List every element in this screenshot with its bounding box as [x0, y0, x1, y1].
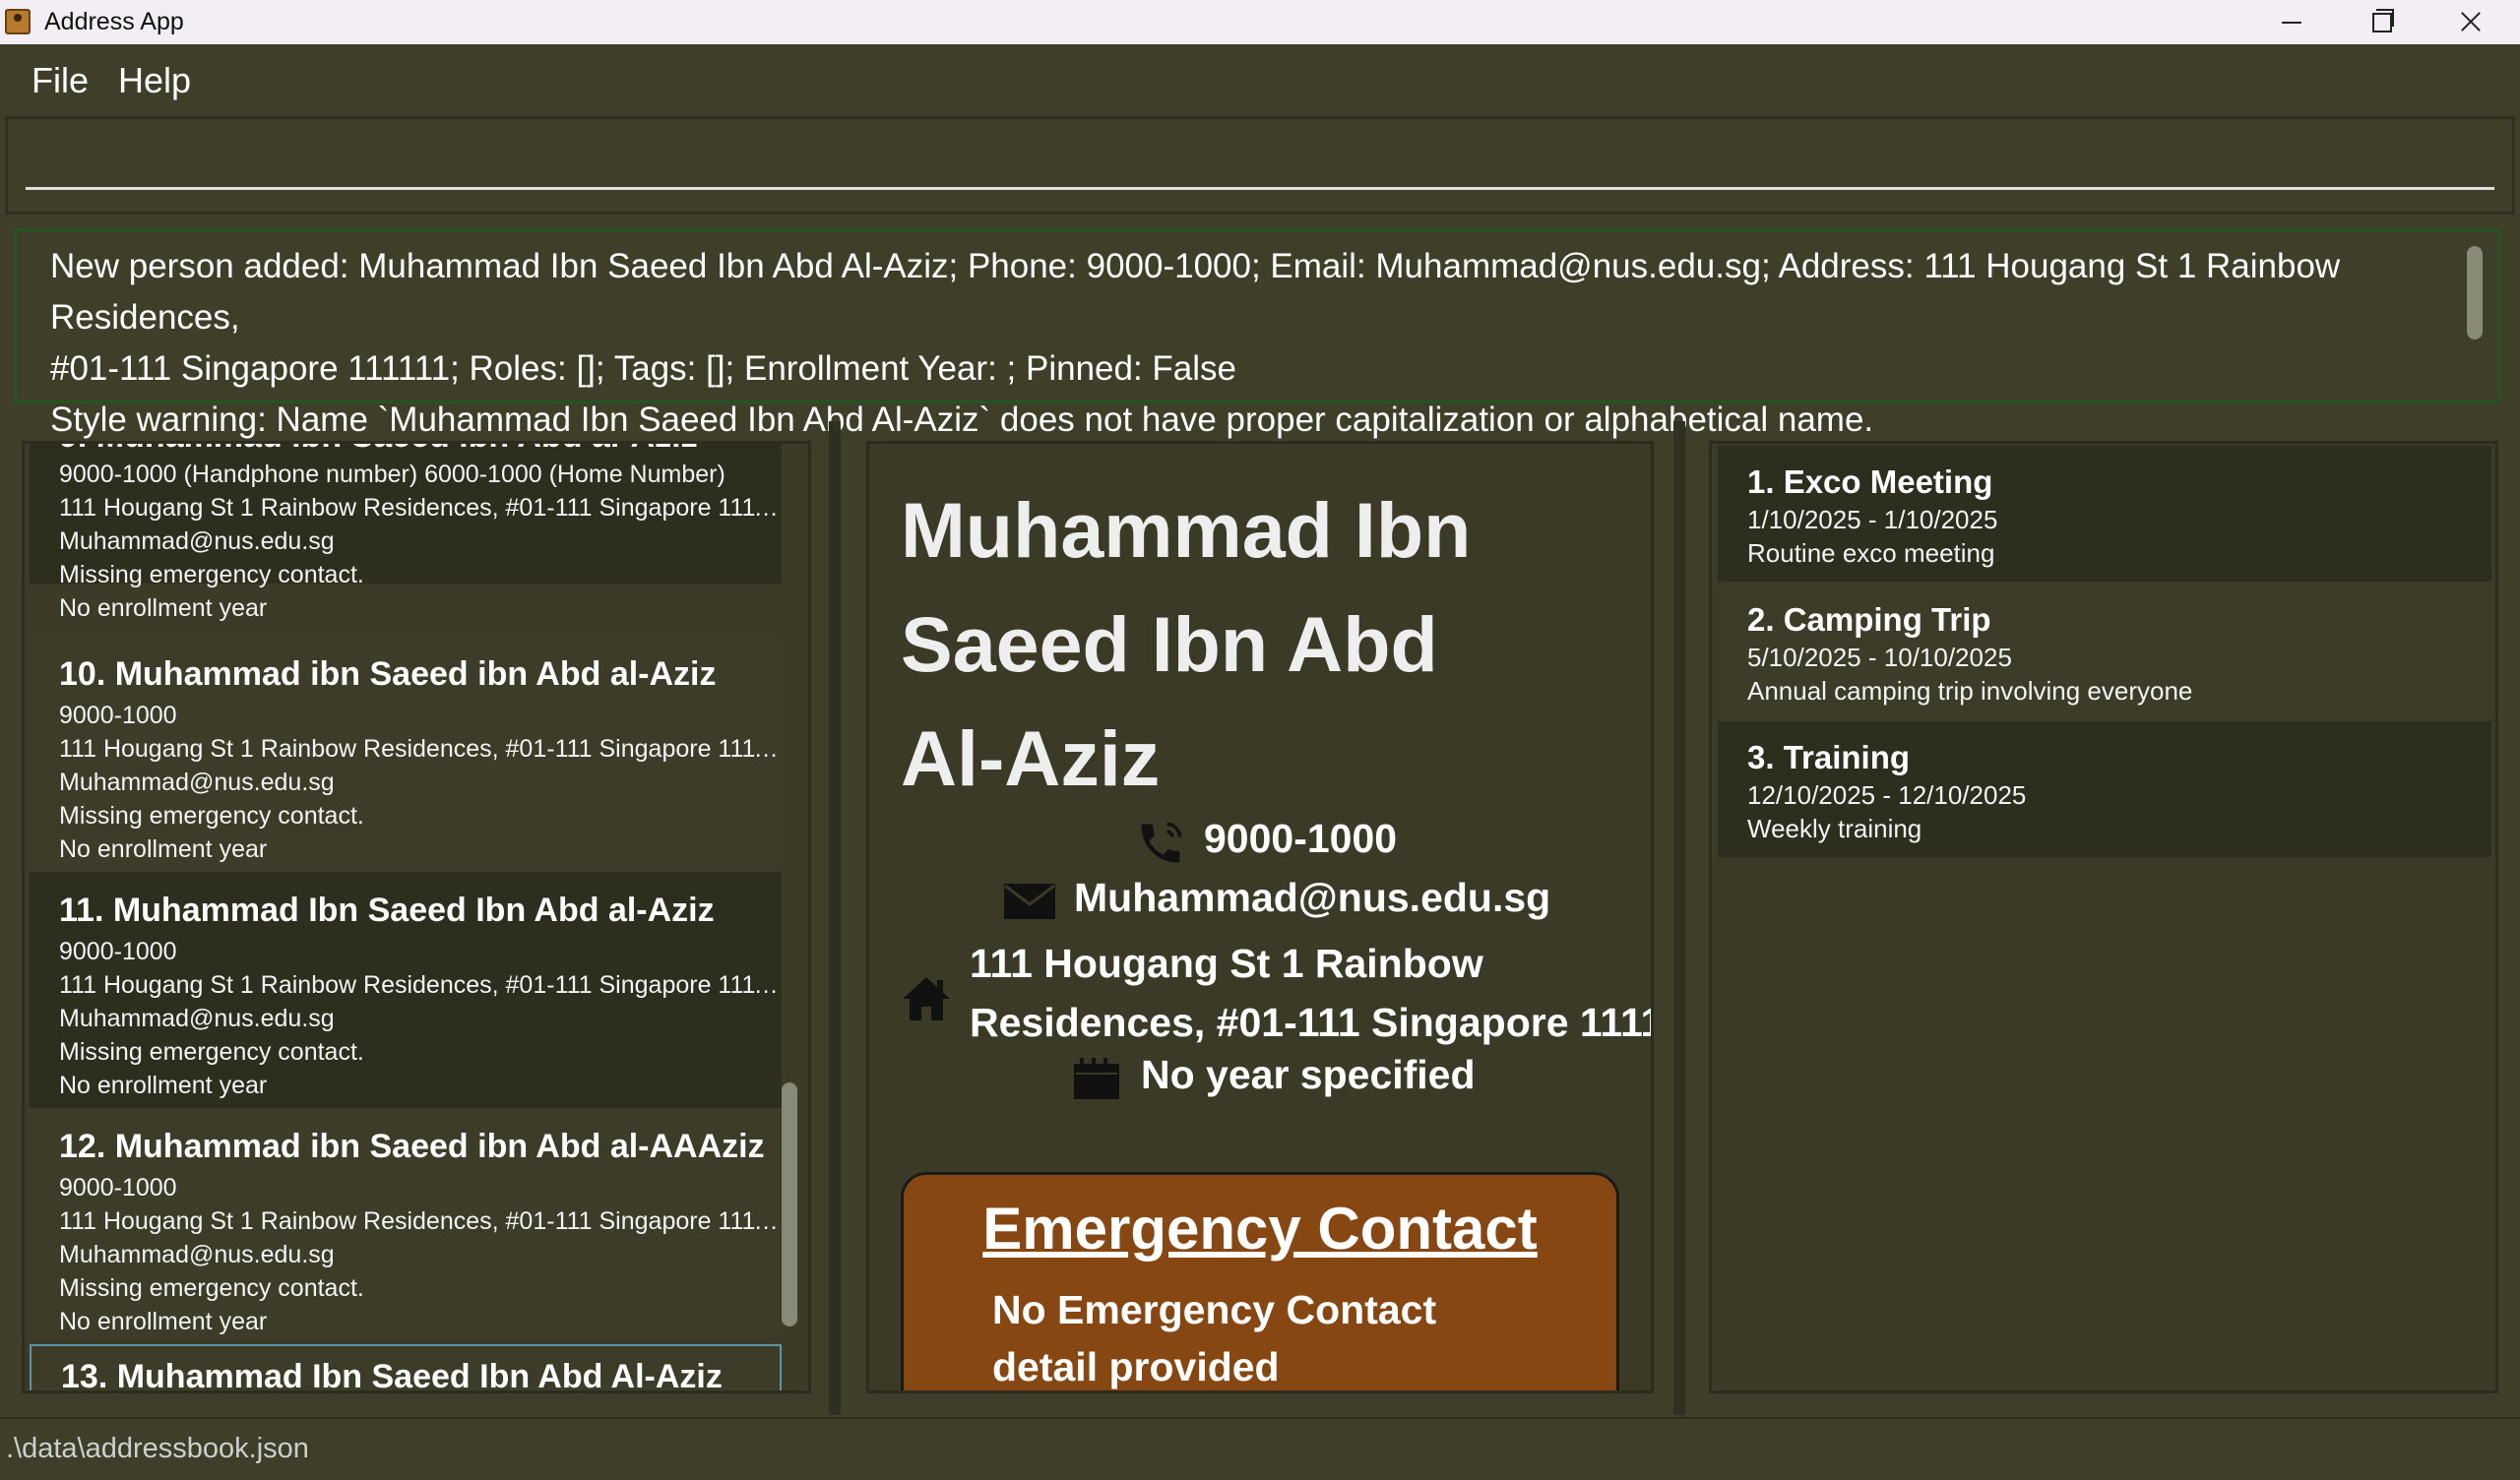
result-line: #01-111 Singapore 111111; Roles: []; Tag… — [50, 349, 1237, 388]
event-title: 3. Training — [1747, 739, 1911, 775]
result-line: Style warning: Name `Muhammad Ibn Saeed … — [50, 401, 1874, 439]
person-email: Muhammad@nus.edu.sg — [59, 527, 335, 555]
person-enrollment: No enrollment year — [59, 1308, 268, 1335]
person-emergency-status: Missing emergency contact. — [59, 1274, 364, 1302]
person-name: 13. Muhammad Ibn Saeed Ibn Abd Al-Aziz — [61, 1358, 723, 1393]
event-title: 2. Camping Trip — [1747, 601, 1991, 638]
command-input[interactable] — [26, 151, 2494, 190]
phone-icon — [1135, 818, 1186, 879]
person-phone: 9000-1000 (Handphone number) 6000-1000 (… — [59, 461, 725, 488]
pane-divider[interactable] — [1673, 421, 1685, 1415]
result-text: New person added: Muhammad Ibn Saeed Ibn… — [50, 241, 2442, 446]
home-icon — [901, 975, 952, 1032]
event-dates: 5/10/2025 - 10/10/2025 — [1747, 643, 2012, 672]
menu-help[interactable]: Help — [118, 60, 191, 101]
event-card[interactable]: 3. Training 12/10/2025 - 12/10/2025 Week… — [1718, 721, 2491, 857]
result-line: New person added: Muhammad Ibn Saeed Ibn… — [50, 247, 2341, 337]
event-description: Routine exco meeting — [1747, 538, 1995, 568]
person-card[interactable]: 9. Muhammad ibn Saeed ibn Abd al-Aziz 90… — [30, 444, 788, 622]
command-box — [5, 116, 2515, 215]
calendar-icon — [1072, 1056, 1121, 1111]
event-card[interactable]: 2. Camping Trip 5/10/2025 - 10/10/2025 A… — [1718, 584, 2491, 719]
detail-enrollment: No year specified — [1141, 1052, 1476, 1097]
person-card[interactable]: 10. Muhammad ibn Saeed ibn Abd al-Aziz 9… — [30, 636, 788, 872]
person-email: Muhammad@nus.edu.sg — [59, 769, 335, 796]
detail-email: Muhammad@nus.edu.sg — [1074, 875, 1551, 920]
event-title: 1. Exco Meeting — [1747, 463, 1993, 500]
title-bar: Address App — [0, 0, 2520, 44]
person-name: 11. Muhammad Ibn Saeed Ibn Abd al-Aziz — [59, 892, 715, 929]
person-name: 9. Muhammad ibn Saeed ibn Abd al-Aziz — [59, 444, 782, 458]
result-scrollbar[interactable] — [2467, 246, 2483, 339]
emergency-contact-box: Emergency Contact No Emergency Contact d… — [901, 1172, 1619, 1390]
event-dates: 1/10/2025 - 1/10/2025 — [1747, 505, 1998, 534]
person-address: 111 Hougang St 1 Rainbow Residences, #01… — [59, 971, 788, 999]
event-description: Annual camping trip involving everyone — [1747, 676, 2193, 706]
person-list: 9. Muhammad ibn Saeed ibn Abd al-Aziz 90… — [22, 441, 811, 1393]
person-phone: 9000-1000 — [59, 702, 177, 729]
detail-address-line1: 111 Hougang St 1 Rainbow — [970, 941, 1483, 986]
detail-phone: 9000-1000 — [1204, 816, 1398, 861]
person-name: 10. Muhammad ibn Saeed ibn Abd al-Aziz — [59, 655, 717, 693]
emergency-contact-title: Emergency Contact — [982, 1196, 1538, 1262]
address-book-icon — [5, 9, 31, 34]
person-address: 111 Hougang St 1 Rainbow Residences, #01… — [59, 494, 788, 522]
detail-person-name: Muhammad Ibn Saeed Ibn Abd Al-Aziz — [901, 486, 1472, 802]
person-detail-panel: Muhammad Ibn Saeed Ibn Abd Al-Aziz 9000-… — [866, 441, 1654, 1393]
person-emergency-status: Missing emergency contact. — [59, 561, 364, 588]
person-address: 111 Hougang St 1 Rainbow Residences, #01… — [59, 735, 788, 763]
save-file-path: .\data\addressbook.json — [6, 1433, 309, 1464]
person-address: 111 Hougang St 1 Rainbow Residences, #01… — [59, 1207, 788, 1235]
person-enrollment: No enrollment year — [59, 835, 268, 863]
person-name: 12. Muhammad ibn Saeed ibn Abd al-AAAziz — [59, 1128, 765, 1165]
person-emergency-status: Missing emergency contact. — [59, 802, 364, 830]
person-phone: 9000-1000 — [59, 1174, 177, 1202]
menu-file[interactable]: File — [32, 60, 89, 101]
list-scrollbar[interactable] — [782, 1082, 797, 1326]
restore-button[interactable] — [2336, 0, 2425, 44]
close-button[interactable] — [2425, 0, 2513, 44]
event-dates: 12/10/2025 - 12/10/2025 — [1747, 780, 2027, 810]
pane-divider[interactable] — [829, 421, 841, 1415]
person-card[interactable]: 12. Muhammad ibn Saeed ibn Abd al-AAAziz… — [30, 1108, 788, 1344]
person-enrollment: No enrollment year — [59, 1072, 268, 1099]
person-card[interactable]: 11. Muhammad Ibn Saeed Ibn Abd al-Aziz 9… — [30, 872, 788, 1108]
person-enrollment: No enrollment year — [59, 594, 268, 622]
person-phone: 9000-1000 — [59, 938, 177, 965]
person-email: Muhammad@nus.edu.sg — [59, 1241, 335, 1268]
minimize-button[interactable] — [2247, 0, 2336, 44]
person-emergency-status: Missing emergency contact. — [59, 1038, 364, 1066]
status-bar: .\data\addressbook.json — [0, 1417, 2520, 1480]
event-description: Weekly training — [1747, 814, 1922, 843]
emergency-contact-text: No Emergency Contact detail provided — [992, 1287, 1437, 1389]
detail-address-line2: Residences, #01-111 Singapore 111111 — [970, 1000, 1654, 1045]
menu-bar: File Help — [0, 44, 2520, 113]
event-card[interactable]: 1. Exco Meeting 1/10/2025 - 1/10/2025 Ro… — [1718, 446, 2491, 582]
envelope-icon — [1003, 883, 1056, 930]
person-card-selected[interactable]: 13. Muhammad Ibn Saeed Ibn Abd Al-Aziz — [30, 1344, 782, 1393]
person-email: Muhammad@nus.edu.sg — [59, 1005, 335, 1032]
result-display: New person added: Muhammad Ibn Saeed Ibn… — [14, 228, 2500, 439]
event-list: 1. Exco Meeting 1/10/2025 - 1/10/2025 Ro… — [1709, 441, 2498, 1393]
window-title: Address App — [44, 8, 184, 35]
